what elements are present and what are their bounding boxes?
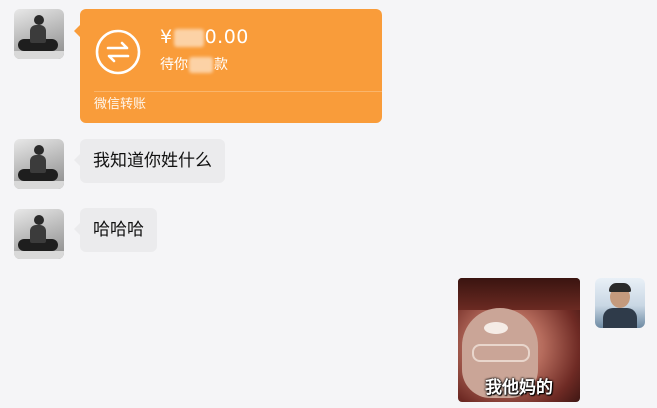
transfer-status: 待你款 xyxy=(160,57,228,73)
contact-avatar[interactable] xyxy=(14,9,64,59)
contact-avatar[interactable] xyxy=(14,139,64,189)
chat-window: ¥0.00 待你款 微信转账 我知道你姓什么 哈哈哈 我他妈的 xyxy=(0,0,657,408)
transfer-divider xyxy=(94,91,382,92)
message-bubble[interactable]: 哈哈哈 xyxy=(74,208,157,252)
transfer-arrows-icon xyxy=(95,29,141,75)
wechat-transfer-card[interactable]: ¥0.00 待你款 微信转账 xyxy=(74,9,382,123)
sticker-caption: 我他妈的 xyxy=(485,378,553,398)
redacted-status xyxy=(189,57,213,73)
message-bubble[interactable]: 我知道你姓什么 xyxy=(74,139,225,183)
self-avatar[interactable] xyxy=(595,278,645,328)
sticker-image[interactable]: 我他妈的 xyxy=(458,278,580,402)
transfer-label: 微信转账 xyxy=(94,97,147,112)
contact-avatar[interactable] xyxy=(14,209,64,259)
redacted-amount xyxy=(173,28,204,47)
transfer-amount: ¥0.00 xyxy=(160,26,249,48)
